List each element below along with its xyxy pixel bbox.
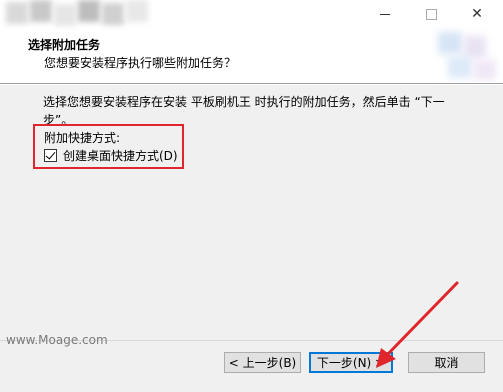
blur-tile [54,4,76,26]
blur-tile [102,3,124,25]
annotation-highlight-box [33,124,184,169]
blurred-title-region [0,0,160,30]
blur-tile [6,2,28,24]
content-panel: 选择您想要安装程序在安装 平板刷机王 时执行的附加任务，然后单击 “下一步”。 … [0,85,503,340]
deco-tile [448,56,472,78]
blur-tile [78,0,100,22]
deco-tile [438,32,462,54]
page-title: 选择附加任务 [28,38,101,52]
blur-tile [30,0,52,22]
watermark-text: www.Moage.com [6,333,108,347]
deco-tile [464,36,486,58]
maximize-icon [425,8,437,20]
page-header: 选择附加任务 您想要安装程序执行哪些附加任务？ [0,30,503,82]
next-button[interactable]: 下一步(N) > [309,352,393,373]
title-bar: ✕ [0,0,503,30]
header-logo-blurred [430,30,503,90]
deco-tile [474,60,496,80]
button-bar: < 上一步(B) 下一步(N) > 取消 [0,340,503,392]
back-button[interactable]: < 上一步(B) [224,352,301,373]
close-button[interactable]: ✕ [454,0,500,28]
maximize-button[interactable] [408,0,454,28]
cancel-button[interactable]: 取消 [408,352,485,373]
close-icon: ✕ [471,6,483,22]
page-subtitle: 您想要安装程序执行哪些附加任务？ [44,56,237,70]
minimize-icon [380,13,390,15]
minimize-button[interactable] [362,0,408,28]
installer-window: ✕ 选择附加任务 您想要安装程序执行哪些附加任务？ 选择您想要安装程序在安装 平… [0,0,503,392]
blur-tile [126,0,148,22]
